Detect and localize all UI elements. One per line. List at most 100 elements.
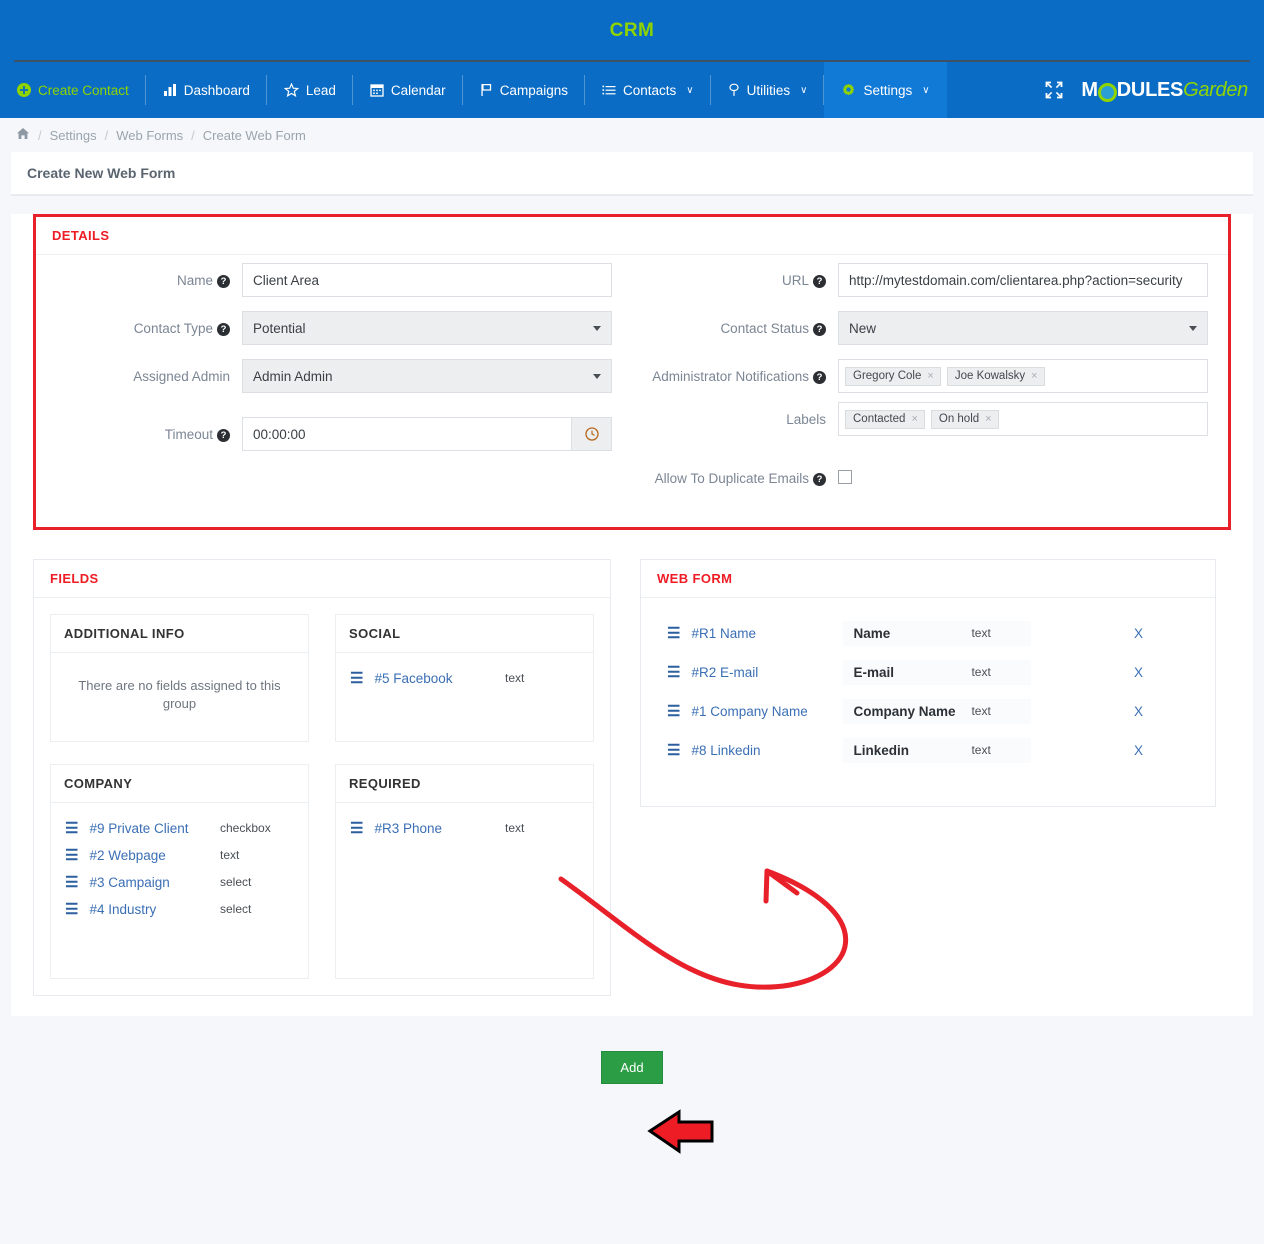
web-form-field-name[interactable]: #8 Linkedin — [691, 743, 843, 758]
contact-type-select[interactable]: Potential — [242, 311, 612, 345]
field-group-body[interactable]: ☰ #9 Private Client checkbox ☰ #2 Webpag… — [51, 803, 308, 978]
admin-notifications-tag-input[interactable]: Gregory Cole × Joe Kowalsky × — [838, 359, 1208, 393]
field-group-body[interactable]: ☰ #5 Facebook text — [336, 653, 593, 741]
calendar-icon — [370, 83, 384, 97]
name-input[interactable] — [242, 263, 612, 297]
help-icon-allow-duplicate-emails[interactable]: ? — [813, 473, 826, 486]
nav-item-lead[interactable]: Lead — [267, 62, 353, 118]
list-item[interactable]: ☰ #2 Webpage text — [51, 842, 308, 869]
nav-item-utilities[interactable]: Utilities ∨ — [711, 62, 825, 118]
nav-label-lead: Lead — [305, 82, 336, 98]
field-name[interactable]: #4 Industry — [89, 902, 220, 917]
web-form-field-name[interactable]: #1 Company Name — [691, 704, 843, 719]
list-item[interactable]: ☰ #4 Industry select — [51, 896, 308, 923]
field-name[interactable]: #2 Webpage — [89, 848, 220, 863]
drag-handle-icon[interactable]: ☰ — [65, 848, 78, 863]
help-icon-contact-type[interactable]: ? — [217, 323, 230, 336]
list-item[interactable]: ☰ #3 Campaign select — [51, 869, 308, 896]
help-icon-admin-notifications[interactable]: ? — [813, 371, 826, 384]
nav-item-create-contact[interactable]: Create Contact — [0, 62, 146, 118]
table-row[interactable]: ☰ #R1 Name Name text X — [641, 614, 1215, 653]
field-name[interactable]: #R3 Phone — [374, 821, 505, 836]
drag-handle-icon[interactable]: ☰ — [65, 821, 78, 836]
web-form-rows[interactable]: ☰ #R1 Name Name text X ☰ #R2 E-mail E-ma… — [641, 598, 1215, 806]
drag-handle-icon[interactable]: ☰ — [667, 704, 680, 719]
breadcrumb-item-web-forms[interactable]: Web Forms — [116, 128, 183, 143]
help-icon-url[interactable]: ? — [813, 275, 826, 288]
field-type: text — [505, 821, 525, 836]
drag-handle-icon[interactable]: ☰ — [667, 743, 680, 758]
control-admin-notifications: Gregory Cole × Joe Kowalsky × — [838, 359, 1222, 393]
drag-handle-icon[interactable]: ☰ — [667, 626, 680, 641]
breadcrumb-sep-2: / — [104, 127, 109, 143]
page-title: Create New Web Form — [11, 152, 1253, 195]
list-item[interactable]: ☰ #5 Facebook text — [336, 665, 593, 692]
help-icon-name[interactable]: ? — [217, 275, 230, 288]
list-item[interactable]: ☰ #9 Private Client checkbox — [51, 815, 308, 842]
expand-arrows-icon[interactable] — [1027, 81, 1081, 99]
drag-handle-icon[interactable]: ☰ — [667, 665, 680, 680]
field-group-additional-info: ADDITIONAL INFO There are no fields assi… — [50, 613, 309, 742]
drag-handle-icon[interactable]: ☰ — [350, 671, 363, 686]
contact-status-select[interactable]: New — [838, 311, 1208, 345]
field-group-required: REQUIRED ☰ #R3 Phone text — [335, 763, 594, 979]
details-section-title: DETAILS — [36, 217, 1228, 255]
labels-tag-input[interactable]: Contacted × On hold × — [838, 402, 1208, 436]
nav-label-dashboard: Dashboard — [183, 82, 250, 98]
assigned-admin-select[interactable]: Admin Admin — [242, 359, 612, 393]
list-item[interactable]: ☰ #R3 Phone text — [336, 815, 593, 842]
web-form-field-name[interactable]: #R2 E-mail — [691, 665, 843, 680]
remove-row-button[interactable]: X — [1134, 704, 1143, 719]
field-type: text — [505, 671, 525, 686]
url-input[interactable] — [838, 263, 1208, 297]
drag-handle-icon[interactable]: ☰ — [65, 875, 78, 890]
home-icon[interactable] — [16, 127, 30, 143]
field-group-body[interactable]: There are no fields assigned to this gro… — [51, 653, 308, 741]
details-left-column: Name? Contact Type? — [36, 263, 632, 503]
web-form-field-label: E-mail — [853, 664, 894, 680]
contact-type-value: Potential — [253, 320, 306, 336]
close-icon[interactable]: × — [911, 413, 917, 425]
field-name[interactable]: #3 Campaign — [89, 875, 220, 890]
web-form-field-name[interactable]: #R1 Name — [691, 626, 843, 641]
close-icon[interactable]: × — [927, 370, 933, 382]
nav-item-settings[interactable]: Settings ∨ — [824, 62, 947, 118]
details-right-column: URL? Contact Status? — [632, 263, 1228, 503]
nav-item-dashboard[interactable]: Dashboard — [146, 62, 267, 118]
field-row-allow-duplicate-emails: Allow To Duplicate Emails? — [638, 461, 1222, 489]
help-icon-timeout[interactable]: ? — [217, 429, 230, 442]
remove-row-button[interactable]: X — [1134, 626, 1143, 641]
clock-icon[interactable] — [572, 417, 612, 451]
nav-item-contacts[interactable]: Contacts ∨ — [585, 62, 711, 118]
allow-duplicate-emails-checkbox[interactable] — [838, 470, 852, 484]
empty-group-message: There are no fields assigned to this gro… — [78, 677, 281, 712]
logo-text-dules: DULES — [1116, 78, 1184, 101]
add-button[interactable]: Add — [601, 1051, 663, 1085]
field-name[interactable]: #9 Private Client — [89, 821, 220, 836]
remove-row-button[interactable]: X — [1134, 743, 1143, 758]
table-row[interactable]: ☰ #8 Linkedin Linkedin text X — [641, 731, 1215, 770]
close-icon[interactable]: × — [985, 413, 991, 425]
timeout-input[interactable] — [242, 417, 572, 451]
field-name[interactable]: #5 Facebook — [374, 671, 505, 686]
drag-handle-icon[interactable]: ☰ — [350, 821, 363, 836]
drag-handle-icon[interactable]: ☰ — [65, 902, 78, 917]
remove-row-button[interactable]: X — [1134, 665, 1143, 680]
nav-item-campaigns[interactable]: Campaigns — [463, 62, 586, 118]
field-group-title: COMPANY — [51, 765, 308, 803]
tag-item: On hold × — [930, 409, 999, 429]
tag-label: Gregory Cole — [853, 369, 922, 382]
control-url — [838, 263, 1222, 297]
help-icon-contact-status[interactable]: ? — [813, 323, 826, 336]
breadcrumb-sep-1: / — [38, 127, 42, 143]
field-group-body[interactable]: ☰ #R3 Phone text — [336, 803, 593, 978]
table-row[interactable]: ☰ #R2 E-mail E-mail text X — [641, 653, 1215, 692]
list-icon — [602, 83, 616, 97]
label-allow-duplicate-emails: Allow To Duplicate Emails? — [638, 461, 838, 489]
nav-item-calendar[interactable]: Calendar — [353, 62, 463, 118]
table-row[interactable]: ☰ #1 Company Name Company Name text X — [641, 692, 1215, 731]
close-icon[interactable]: × — [1031, 370, 1037, 382]
nav-right-group: M DULES Garden — [1027, 62, 1264, 118]
breadcrumb-item-settings[interactable]: Settings — [50, 128, 97, 143]
breadcrumb-sep-3: / — [191, 127, 195, 143]
